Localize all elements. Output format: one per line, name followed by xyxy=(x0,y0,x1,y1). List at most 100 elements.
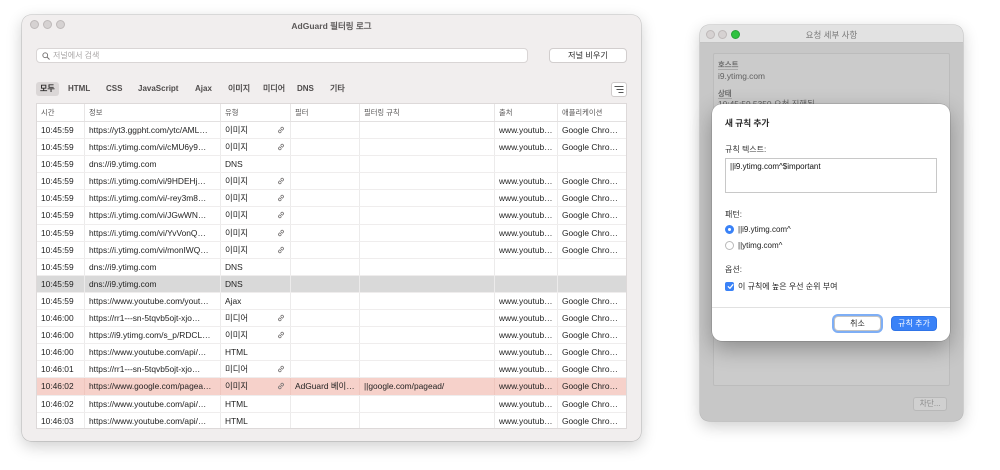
cell-type: 미디어 xyxy=(221,361,291,378)
link-icon[interactable] xyxy=(277,194,285,202)
table-row[interactable]: 10:45:59 https://i.ytimg.com/vi/monIWQ… 이미… xyxy=(37,241,626,259)
cell-type: 이미지 xyxy=(221,190,291,207)
table-row[interactable]: 10:45:59 https://i.ytimg.com/vi/-rey3m8… 이… xyxy=(37,190,626,208)
rule-text-input[interactable]: ||i9.ytimg.com^$important xyxy=(725,158,937,193)
cell-time: 10:45:59 xyxy=(37,241,85,258)
tab-ajax[interactable]: Ajax xyxy=(191,82,216,96)
table-row[interactable]: 10:45:59 https://i.ytimg.com/vi/9HDEHj… 이미… xyxy=(37,173,626,191)
cell-app-text: Google Chro… xyxy=(562,142,618,153)
cell-type-text: DNS xyxy=(225,159,243,170)
cell-info-text: https://i.ytimg.com/vi/cMU6y9… xyxy=(89,142,207,153)
cell-info: https://i.ytimg.com/vi/cMU6y9… xyxy=(85,139,221,156)
pattern-option-2[interactable]: ||ytimg.com^ xyxy=(725,239,782,251)
pattern-radio-1[interactable] xyxy=(725,224,734,234)
table-row[interactable]: 10:45:59 dns://i9.ytimg.com DNS xyxy=(37,156,626,174)
table-row[interactable]: 10:45:59 https://yt3.ggpht.com/ytc/AML… 이미… xyxy=(37,122,626,140)
link-icon[interactable] xyxy=(277,229,285,237)
cell-info: https://www.youtube.com/yout… xyxy=(85,292,221,310)
column-header-source[interactable]: 출처 xyxy=(495,104,558,121)
search-input[interactable] xyxy=(53,49,513,62)
pattern-option-1-label[interactable]: ||i9.ytimg.com^ xyxy=(738,225,791,234)
column-header-rule[interactable]: 필터링 규칙 xyxy=(360,104,495,121)
table-row[interactable]: 10:46:01 https://rr1---sn-5tqvb5ojt-xjo… 미… xyxy=(37,361,626,379)
link-icon[interactable] xyxy=(277,126,285,134)
cell-info-text: https://i.ytimg.com/vi/YvVonQ… xyxy=(89,227,206,238)
cell-type-text: 이미지 xyxy=(225,244,249,255)
cell-info-text: dns://i9.ytimg.com xyxy=(89,278,157,289)
cell-time-text: 10:46:00 xyxy=(41,347,74,358)
cell-info-text: https://www.youtube.com/api/… xyxy=(89,347,207,358)
cell-source xyxy=(495,258,558,275)
cell-app: Google Chro… xyxy=(558,242,626,258)
tab-all[interactable]: 모두 xyxy=(36,82,59,96)
cell-type: 이미지 xyxy=(221,139,291,156)
pattern-radio-2[interactable] xyxy=(725,240,734,250)
link-icon[interactable] xyxy=(277,365,285,373)
cell-type-text: 이미지 xyxy=(225,210,249,221)
filter-menu-button[interactable] xyxy=(611,82,627,97)
cell-time-text: 10:45:59 xyxy=(41,176,74,187)
tab-dns[interactable]: DNS xyxy=(293,82,318,96)
cell-time: 10:46:02 xyxy=(37,395,85,412)
title-bar[interactable]: 요청 세부 사항 xyxy=(700,25,963,43)
cell-source: www.youtub… xyxy=(495,344,558,361)
link-icon[interactable] xyxy=(277,314,285,322)
column-header-filter[interactable]: 필터 xyxy=(291,104,360,121)
column-header-application[interactable]: 애플리케이션 xyxy=(558,104,626,121)
table-row[interactable]: 10:46:03 https://www.youtube.com/api/… HTM… xyxy=(37,412,626,428)
cell-app-text: Google Chro… xyxy=(562,227,618,238)
cell-info: https://yt3.ggpht.com/ytc/AML… xyxy=(85,122,221,139)
high-priority-option[interactable]: 이 규칙에 높은 우선 순위 부여 xyxy=(725,280,837,292)
title-bar[interactable]: AdGuard 필터링 로그 xyxy=(22,15,641,35)
tab-media[interactable]: 미디어 xyxy=(259,82,289,96)
table-row[interactable]: 10:46:00 https://i9.ytimg.com/s_p/RDCL… 이미… xyxy=(37,327,626,345)
column-header-info[interactable]: 정보 xyxy=(85,104,221,121)
link-icon[interactable] xyxy=(277,382,285,390)
table-row[interactable]: 10:45:59 https://www.youtube.com/yout… Aja… xyxy=(37,292,626,311)
cell-source: www.youtub… xyxy=(495,412,558,428)
table-row[interactable]: 10:45:59 https://i.ytimg.com/vi/cMU6y9… 이미… xyxy=(37,139,626,157)
cell-info: https://www.youtube.com/api/… xyxy=(85,412,221,428)
column-header-time[interactable]: 시간 xyxy=(37,104,85,121)
table-row[interactable]: 10:45:59 https://i.ytimg.com/vi/YvVonQ… 이미… xyxy=(37,224,626,242)
high-priority-label[interactable]: 이 규칙에 높은 우선 순위 부여 xyxy=(738,281,837,292)
table-row[interactable]: 10:45:59 https://i.ytimg.com/vi/JGwWN… 이미지… xyxy=(37,207,626,225)
link-icon[interactable] xyxy=(277,177,285,185)
search-field[interactable] xyxy=(36,48,528,63)
table-row[interactable]: 10:46:00 https://rr1---sn-5tqvb5ojt-xjo… 미… xyxy=(37,310,626,328)
table-row[interactable]: 10:45:59 dns://i9.ytimg.com DNS xyxy=(37,258,626,276)
link-icon[interactable] xyxy=(277,143,285,151)
table-row-blocked[interactable]: 10:46:02 https://www.google.com/pagea… 이미지… xyxy=(37,378,626,396)
pattern-option-1[interactable]: ||i9.ytimg.com^ xyxy=(725,223,791,235)
cell-type: 이미지 xyxy=(221,224,291,241)
clear-journal-button[interactable]: 저널 비우기 xyxy=(549,48,627,63)
cell-filter: AdGuard 베이… xyxy=(291,378,360,395)
cell-app: Google Chro… xyxy=(558,207,626,223)
cell-rule xyxy=(360,344,495,361)
cell-time: 10:45:59 xyxy=(37,207,85,224)
high-priority-checkbox[interactable] xyxy=(725,281,734,291)
cell-time: 10:46:00 xyxy=(37,344,85,361)
cancel-button[interactable]: 취소 xyxy=(834,316,881,331)
link-icon[interactable] xyxy=(277,211,285,219)
add-rule-button[interactable]: 규칙 추가 xyxy=(891,316,937,331)
cell-type: 이미지 xyxy=(221,241,291,258)
cell-app: Google Chro… xyxy=(558,122,626,138)
table-row[interactable]: 10:46:00 https://www.youtube.com/api/… HTM… xyxy=(37,344,626,362)
tab-image[interactable]: 이미지 xyxy=(224,82,254,96)
link-icon[interactable] xyxy=(277,331,285,339)
cell-app: Google Chro… xyxy=(558,310,626,326)
pattern-option-2-label[interactable]: ||ytimg.com^ xyxy=(738,241,782,250)
table-row[interactable]: 10:46:02 https://www.youtube.com/api/… HTM… xyxy=(37,395,626,413)
host-value: i9.ytimg.com xyxy=(718,71,766,81)
cell-filter xyxy=(291,258,360,275)
tab-javascript[interactable]: JavaScript xyxy=(134,82,182,96)
table-row-selected[interactable]: 10:45:59 dns://i9.ytimg.com DNS xyxy=(37,275,626,293)
cell-type: HTML xyxy=(221,412,291,428)
block-button[interactable]: 차단... xyxy=(913,397,947,411)
column-header-type[interactable]: 유형 xyxy=(221,104,291,121)
link-icon[interactable] xyxy=(277,246,285,254)
tab-css[interactable]: CSS xyxy=(102,82,126,96)
tab-html[interactable]: HTML xyxy=(64,82,94,96)
tab-other[interactable]: 기타 xyxy=(326,82,349,96)
